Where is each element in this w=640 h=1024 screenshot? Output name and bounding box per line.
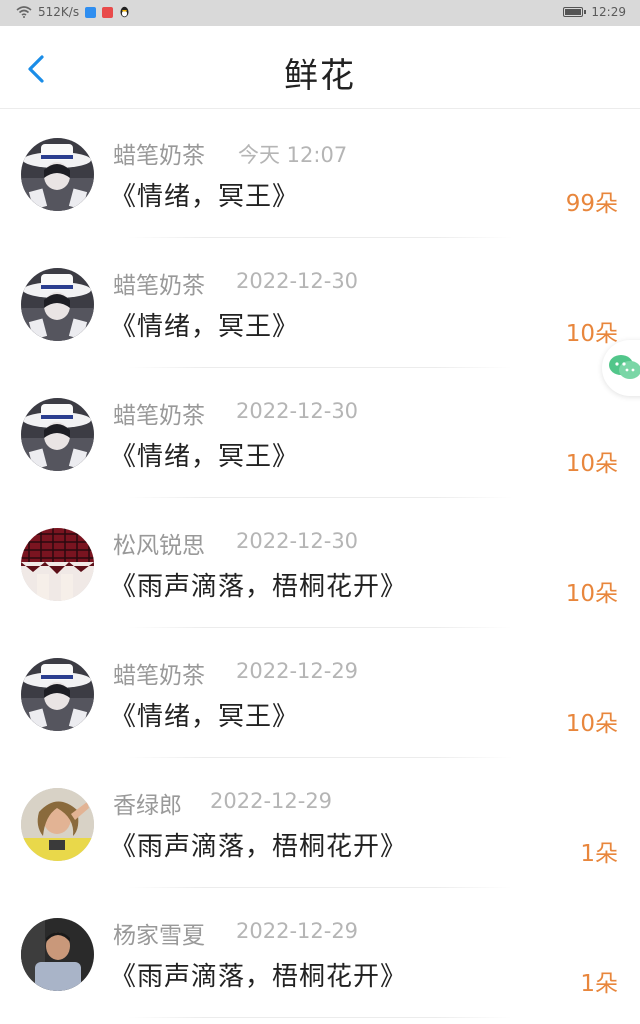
status-right: 12:29 (563, 5, 626, 19)
user-name[interactable]: 香绿郎 (113, 786, 182, 820)
send-date: 2022-12-30 (236, 529, 359, 553)
send-date: 2022-12-29 (210, 789, 333, 813)
net-speed: 512K/s (38, 5, 80, 19)
user-name[interactable]: 蜡笔奶茶 (113, 136, 205, 170)
list-item[interactable]: 蜡笔奶茶 2022-12-29 《情绪，冥王》 10朵 (0, 628, 640, 758)
page-title: 鲜花 (284, 56, 356, 96)
send-date: 2022-12-30 (236, 399, 359, 423)
battery-icon (563, 7, 587, 17)
avatar-image (21, 788, 94, 861)
nav-header: 鲜花 (0, 26, 640, 109)
send-date: 2022-12-30 (236, 269, 359, 293)
work-title[interactable]: 《情绪，冥王》 (110, 176, 299, 213)
list-item[interactable]: 蜡笔奶茶 2022-12-30 《情绪，冥王》 10朵 (0, 238, 640, 368)
send-date: 2022-12-29 (236, 659, 359, 683)
avatar-image (21, 398, 94, 471)
avatar[interactable] (21, 918, 94, 991)
status-bar: 512K/s 12:29 (0, 0, 640, 26)
flower-record-list: 蜡笔奶茶 今天 12:07 《情绪，冥王》 99朵 蜡笔奶茶 2022-12-3… (0, 108, 640, 1018)
avatar-image (21, 138, 94, 211)
app-notification-icon (102, 6, 114, 18)
work-title[interactable]: 《雨声滴落，梧桐花开》 (110, 566, 407, 603)
avatar[interactable] (21, 138, 94, 211)
avatar[interactable] (21, 528, 94, 601)
chat-bubble-icon (609, 355, 640, 379)
wifi-icon (16, 6, 32, 18)
flower-count: 10朵 (565, 711, 618, 737)
work-title[interactable]: 《雨声滴落，梧桐花开》 (110, 826, 407, 863)
user-name[interactable]: 蜡笔奶茶 (113, 396, 205, 430)
list-item[interactable]: 香绿郎 2022-12-29 《雨声滴落，梧桐花开》 1朵 (0, 758, 640, 888)
battery-fill (565, 9, 581, 15)
avatar-image (21, 528, 94, 601)
avatar[interactable] (21, 788, 94, 861)
user-name[interactable]: 蜡笔奶茶 (113, 656, 205, 690)
send-date: 今天 12:07 (238, 143, 348, 167)
app-notification-icon (85, 6, 97, 18)
flower-count: 99朵 (565, 191, 618, 217)
list-item[interactable]: 松风锐思 2022-12-30 《雨声滴落，梧桐花开》 10朵 (0, 498, 640, 628)
user-name[interactable]: 松风锐思 (113, 526, 205, 560)
avatar-image (21, 918, 94, 991)
work-title[interactable]: 《情绪，冥王》 (110, 306, 299, 343)
avatar[interactable] (21, 268, 94, 341)
work-title[interactable]: 《雨声滴落，梧桐花开》 (110, 956, 407, 993)
qq-penguin-icon (120, 6, 129, 18)
list-item[interactable]: 杨家雪夏 2022-12-29 《雨声滴落，梧桐花开》 1朵 (0, 888, 640, 1018)
user-name[interactable]: 杨家雪夏 (113, 916, 205, 950)
clock: 12:29 (591, 5, 626, 19)
flower-count: 10朵 (565, 581, 618, 607)
send-date: 2022-12-29 (236, 919, 359, 943)
avatar[interactable] (21, 398, 94, 471)
user-name[interactable]: 蜡笔奶茶 (113, 266, 205, 300)
status-left: 512K/s (16, 5, 130, 19)
flower-count: 10朵 (565, 451, 618, 477)
avatar-image (21, 658, 94, 731)
work-title[interactable]: 《情绪，冥王》 (110, 436, 299, 473)
work-title[interactable]: 《情绪，冥王》 (110, 696, 299, 733)
list-item[interactable]: 蜡笔奶茶 今天 12:07 《情绪，冥王》 99朵 (0, 108, 640, 238)
avatar-image (21, 268, 94, 341)
flower-count: 1朵 (580, 971, 618, 997)
list-item[interactable]: 蜡笔奶茶 2022-12-30 《情绪，冥王》 10朵 (0, 368, 640, 498)
avatar[interactable] (21, 658, 94, 731)
flower-count: 1朵 (580, 841, 618, 867)
flower-count: 10朵 (565, 321, 618, 347)
